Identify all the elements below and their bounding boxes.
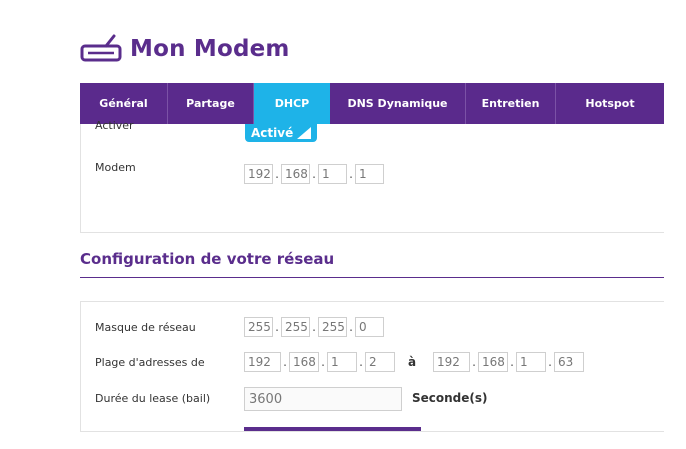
range-start-octet-1[interactable]: 192 — [244, 352, 281, 372]
lease-unit: Seconde(s) — [412, 391, 488, 405]
range-start-octet-4[interactable]: 2 — [365, 352, 395, 372]
tab-dhcp[interactable]: DHCP — [254, 83, 330, 124]
modem-icon — [80, 34, 122, 62]
section-divider — [80, 277, 664, 278]
dhcp-toggle[interactable]: Activé — [245, 124, 317, 142]
page-header: Mon Modem — [80, 32, 290, 66]
ip-dot: . — [349, 167, 353, 181]
section-title: Configuration de votre réseau — [80, 250, 335, 268]
ip-dot: . — [510, 355, 514, 369]
range-to-label: à — [408, 355, 417, 369]
ip-dot: . — [548, 355, 552, 369]
modem-ip-octet-4[interactable]: 1 — [355, 164, 384, 184]
toggle-knob — [297, 127, 311, 139]
activate-label: Activer — [95, 121, 134, 132]
ip-dot: . — [321, 355, 325, 369]
page-title: Mon Modem — [130, 36, 290, 62]
toggle-state-label: Activé — [251, 126, 294, 140]
tab-general[interactable]: Général — [80, 83, 168, 124]
tab-bar: Général Partage DHCP DNS Dynamique Entre… — [80, 83, 664, 124]
range-start-octet-2[interactable]: 168 — [289, 352, 319, 372]
modem-ip-octet-1[interactable]: 192 — [244, 164, 273, 184]
netmask-octet-4[interactable]: 0 — [355, 317, 384, 337]
modem-ip-octet-2[interactable]: 168 — [281, 164, 310, 184]
netmask-label: Masque de réseau — [95, 321, 196, 334]
netmask-input: 255 . 255 . 255 . 0 — [244, 317, 384, 337]
modem-ip: 192 . 168 . 1 . 1 — [244, 164, 384, 184]
ip-dot: . — [312, 320, 316, 334]
range-label: Plage d'adresses de — [95, 356, 205, 369]
ip-dot: . — [275, 320, 279, 334]
range-start-octet-3[interactable]: 1 — [327, 352, 357, 372]
ip-dot: . — [275, 167, 279, 181]
modem-label: Modem — [95, 161, 136, 174]
ip-dot: . — [472, 355, 476, 369]
ip-dot: . — [359, 355, 363, 369]
tab-hotspot[interactable]: Hotspot — [556, 83, 664, 124]
range-end-octet-2[interactable]: 168 — [478, 352, 508, 372]
netmask-octet-3[interactable]: 255 — [318, 317, 347, 337]
lease-input[interactable]: 3600 — [244, 387, 402, 411]
range-end-octet-4[interactable]: 63 — [554, 352, 584, 372]
range-end-ip: 192 . 168 . 1 . 63 — [433, 352, 584, 372]
tab-partage[interactable]: Partage — [168, 83, 254, 124]
lease-underline — [244, 427, 421, 431]
ip-dot: . — [349, 320, 353, 334]
range-start-ip: 192 . 168 . 1 . 2 — [244, 352, 395, 372]
lease-label: Durée du lease (bail) — [95, 392, 211, 405]
range-end-octet-1[interactable]: 192 — [433, 352, 470, 372]
tab-entretien[interactable]: Entretien — [466, 83, 556, 124]
ip-dot: . — [312, 167, 316, 181]
tab-dns-dynamique[interactable]: DNS Dynamique — [330, 83, 466, 124]
netmask-octet-1[interactable]: 255 — [244, 317, 273, 337]
modem-ip-octet-3[interactable]: 1 — [318, 164, 347, 184]
ip-dot: . — [283, 355, 287, 369]
netmask-octet-2[interactable]: 255 — [281, 317, 310, 337]
range-end-octet-3[interactable]: 1 — [516, 352, 546, 372]
